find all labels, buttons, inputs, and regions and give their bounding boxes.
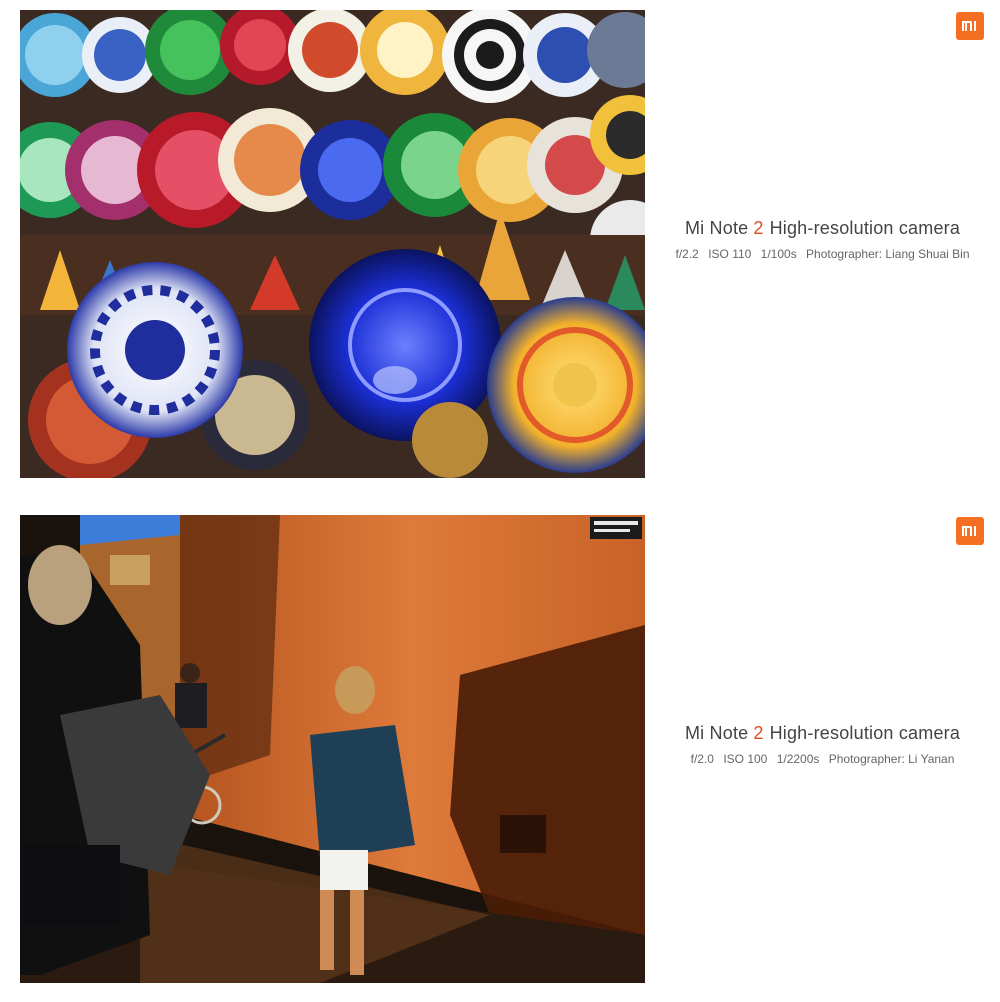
sample-photo-card-2: Mi Note 2 High-resolution camera f/2.0 ISO… <box>0 501 1000 1002</box>
spec-aperture: f/2.0 <box>690 752 714 766</box>
spec-shutter: 1/100s <box>760 247 797 261</box>
mi-logo-icon <box>956 517 984 545</box>
sample-photo-card-1: Mi Note 2 High-resolution camera f/2.2 ISO… <box>0 0 1000 501</box>
spec-photographer: Photographer: Liang Shuai Bin <box>806 247 970 261</box>
spec-iso: ISO 100 <box>723 752 768 766</box>
caption-model: Mi Note <box>684 218 749 238</box>
sample-photo-ceramics <box>20 10 645 478</box>
photo-caption: Mi Note 2 High-resolution camera f/2.2 ISO… <box>645 218 1000 261</box>
spec-aperture: f/2.2 <box>675 247 699 261</box>
spec-shutter: 1/2200s <box>776 752 820 766</box>
caption-feature: High-resolution camera <box>769 723 961 743</box>
caption-model-number: 2 <box>753 723 764 743</box>
caption-feature: High-resolution camera <box>769 218 961 238</box>
spec-photographer: Photographer: Li Yanan <box>828 752 955 766</box>
mi-logo-icon <box>956 12 984 40</box>
mi-logo-glyph <box>962 526 976 536</box>
ceramics-photo-graphic <box>20 10 645 478</box>
caption-specs: f/2.2 ISO 110 1/100s Photographer: Liang… <box>645 247 1000 261</box>
caption-specs: f/2.0 ISO 100 1/2200s Photographer: Li Y… <box>645 752 1000 766</box>
caption-headline: Mi Note 2 High-resolution camera <box>645 723 1000 744</box>
caption-model-number: 2 <box>753 218 764 238</box>
photo-caption: Mi Note 2 High-resolution camera f/2.0 ISO… <box>645 723 1000 766</box>
sample-photo-street <box>20 515 645 983</box>
caption-model: Mi Note <box>684 723 749 743</box>
caption-headline: Mi Note 2 High-resolution camera <box>645 218 1000 239</box>
street-photo-graphic <box>20 515 645 983</box>
mi-logo-glyph <box>962 21 976 31</box>
spec-iso: ISO 110 <box>708 247 752 261</box>
